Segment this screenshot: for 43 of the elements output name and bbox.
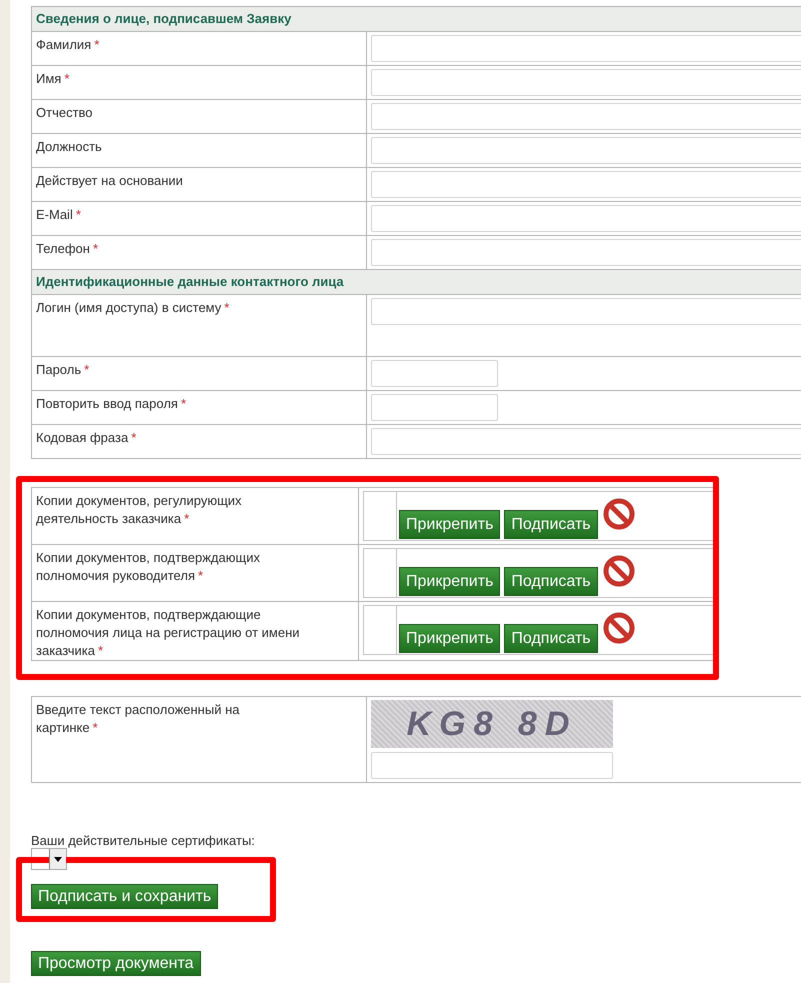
field-label: Копии документов, подтверждающих полномочия руководителя * [36,550,260,583]
captcha-input[interactable] [371,752,613,779]
field-label: Фамилия * [36,37,100,52]
attach-button[interactable]: Прикрепить [399,567,500,596]
input-field[interactable] [371,239,801,266]
input-field[interactable] [371,137,801,164]
input-field[interactable] [371,394,498,421]
field-label: Телефон * [36,241,98,256]
sign-button[interactable]: Подписать [504,510,598,539]
prohibited-icon[interactable] [602,555,636,587]
sign-button[interactable]: Подписать [504,567,598,596]
input-field[interactable] [371,103,801,130]
field-label: Отчество [36,105,93,120]
section-title: Идентификационные данные контактного лица [32,270,801,294]
prohibited-icon[interactable] [602,498,636,530]
certificate-select[interactable] [31,848,67,870]
field-label: Копии документов, подтверждающие полномочия лица на регистрацию от имени заказчика * [36,607,300,658]
input-field[interactable] [371,35,801,62]
input-field[interactable] [371,205,801,232]
input-field[interactable] [371,69,801,96]
field-label: Пароль * [36,362,90,377]
field-label: Копии документов, регулирующих деятельность заказчика * [36,493,242,526]
field-label: Логин (имя доступа) в систему * [36,300,230,315]
field-label: E-Mail * [36,207,81,222]
certificates-label: Ваши действительные сертификаты: [31,833,256,848]
field-label: Должность [36,139,102,154]
captcha-image: KG8 8D [371,700,613,748]
input-field[interactable] [371,428,801,455]
field-label: Имя * [36,71,70,86]
view-document-button[interactable]: Просмотр документа [31,951,201,976]
sign-and-save-button[interactable]: Подписать и сохранить [31,884,218,909]
input-field[interactable] [371,171,801,198]
field-label: Действует на основании [36,173,183,188]
attach-button[interactable]: Прикрепить [399,624,500,653]
field-label: Введите текст расположенный на картинке * [36,702,240,735]
attach-button[interactable]: Прикрепить [399,510,500,539]
input-field[interactable] [371,360,498,387]
prohibited-icon[interactable] [602,612,636,644]
field-label: Кодовая фраза * [36,430,136,445]
sign-button[interactable]: Подписать [504,624,598,653]
field-label: Повторить ввод пароля * [36,396,186,411]
section-title: Сведения о лице, подписавшем Заявку [32,6,801,32]
input-field[interactable] [371,298,801,325]
